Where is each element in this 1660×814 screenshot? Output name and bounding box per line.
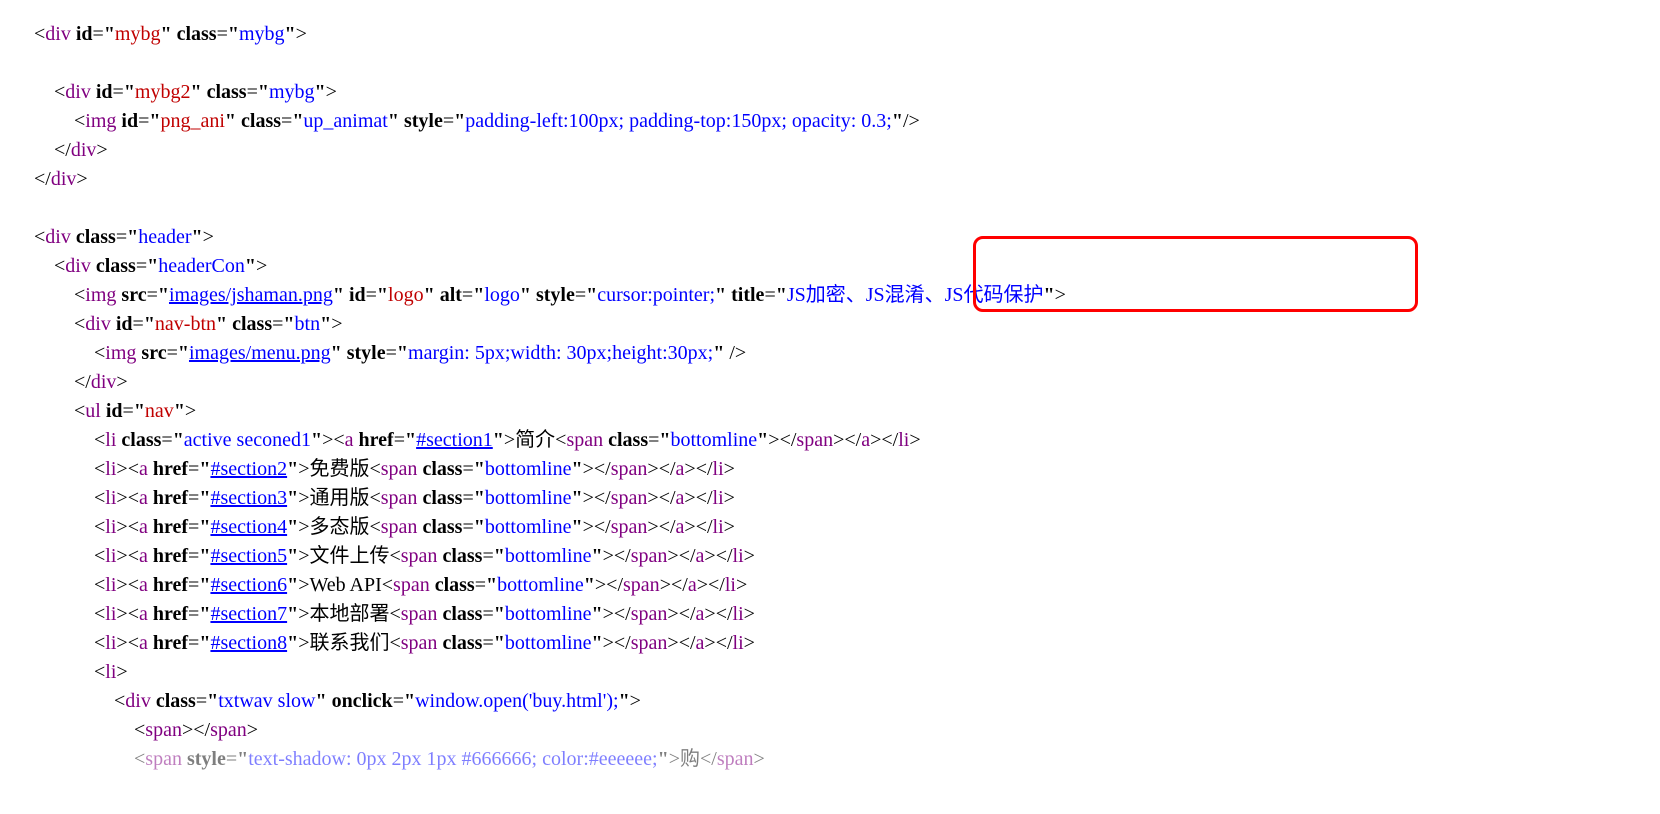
code-line-blank — [34, 49, 1660, 78]
code-line: <div id="nav-btn" class="btn"> — [34, 310, 1660, 339]
code-line: <img id="png_ani" class="up_animat" styl… — [34, 107, 1660, 136]
code-line: <li><a href="#section2">免费版<span class="… — [34, 455, 1660, 484]
code-line: <div class="headerCon"> — [34, 252, 1660, 281]
code-line-blank — [34, 194, 1660, 223]
code-line: <div id="mybg" class="mybg"> — [34, 20, 1660, 49]
code-line: <div id="mybg2" class="mybg"> — [34, 78, 1660, 107]
code-line: <li><a href="#section8">联系我们<span class=… — [34, 629, 1660, 658]
code-line: <li><a href="#section5">文件上传<span class=… — [34, 542, 1660, 571]
code-line: <img src="images/jshaman.png" id="logo" … — [34, 281, 1660, 310]
code-line: <li class="active seconed1"><a href="#se… — [34, 426, 1660, 455]
code-line: <span></span> — [34, 716, 1660, 745]
code-line: <img src="images/menu.png" style="margin… — [34, 339, 1660, 368]
code-line: <li><a href="#section4">多态版<span class="… — [34, 513, 1660, 542]
code-line: <li><a href="#section7">本地部署<span class=… — [34, 600, 1660, 629]
code-line: <ul id="nav"> — [34, 397, 1660, 426]
code-view: <div id="mybg" class="mybg"> <div id="my… — [34, 20, 1660, 774]
code-line-partial: <span style="text-shadow: 0px 2px 1px #6… — [34, 745, 1660, 774]
code-line: <li> — [34, 658, 1660, 687]
code-line: </div> — [34, 368, 1660, 397]
code-line: </div> — [34, 136, 1660, 165]
code-line: </div> — [34, 165, 1660, 194]
code-line: <li><a href="#section3">通用版<span class="… — [34, 484, 1660, 513]
code-line: <li><a href="#section6">Web API<span cla… — [34, 571, 1660, 600]
code-line: <div class="txtwav slow" onclick="window… — [34, 687, 1660, 716]
code-line: <div class="header"> — [34, 223, 1660, 252]
